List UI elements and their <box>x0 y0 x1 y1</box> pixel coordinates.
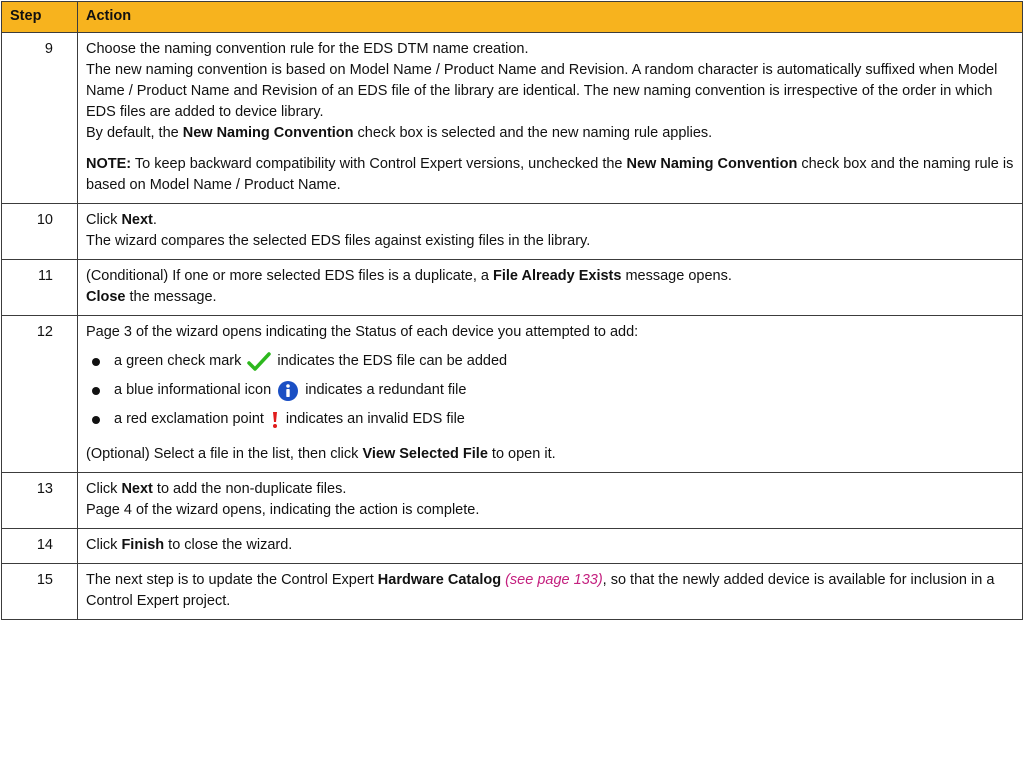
note-label: NOTE: <box>86 156 132 173</box>
action-text: The next step is to update the Control E… <box>86 572 995 610</box>
step-number: 12 <box>1 315 78 474</box>
action-text: Click Next to add the non-duplicate file… <box>86 481 347 498</box>
action-text: Choose the naming convention rule for th… <box>86 41 529 58</box>
ui-term: Close <box>86 289 126 306</box>
table-row: 10 Click Next. The wizard compares the s… <box>1 203 1023 261</box>
ui-term: Hardware Catalog <box>377 572 502 589</box>
step-number: 13 <box>1 472 78 530</box>
step-number: 14 <box>1 528 78 565</box>
table-row: 9 Choose the naming convention rule for … <box>1 32 1023 205</box>
ui-term: New Naming Convention <box>626 156 798 173</box>
action-text: Click Next. <box>86 212 157 229</box>
action-column-header: Action <box>77 0 1023 34</box>
action-text: Click Finish to close the wizard. <box>86 537 293 554</box>
action-cell: Click Next. The wizard compares the sele… <box>77 203 1023 261</box>
info-icon <box>278 380 299 401</box>
list-item: a blue informational icon indicates a re… <box>86 376 1014 405</box>
action-cell: Page 3 of the wizard opens indicating th… <box>77 315 1023 474</box>
action-text: Page 3 of the wizard opens indicating th… <box>86 324 639 341</box>
table-row: 15 The next step is to update the Contro… <box>1 563 1023 621</box>
page-reference-link[interactable]: (see page 133) <box>501 572 603 588</box>
list-item: a red exclamation point indicates an inv… <box>86 405 1014 434</box>
action-text: The new naming convention is based on Mo… <box>86 62 998 121</box>
action-cell: Click Finish to close the wizard. <box>77 528 1023 565</box>
table-row: 11 (Conditional) If one or more selected… <box>1 259 1023 317</box>
action-cell: (Conditional) If one or more selected ED… <box>77 259 1023 317</box>
step-number: 15 <box>1 563 78 621</box>
note-text: NOTE: To keep backward compatibility wit… <box>86 156 1014 194</box>
action-text: By default, the New Naming Convention ch… <box>86 125 713 142</box>
table-row: 13 Click Next to add the non-duplicate f… <box>1 472 1023 530</box>
table-row: 14 Click Finish to close the wizard. <box>1 528 1023 565</box>
list-item: a green check mark indicates the EDS fil… <box>86 347 1014 376</box>
action-cell: The next step is to update the Control E… <box>77 563 1023 621</box>
table-header-row: Step Action <box>1 0 1023 34</box>
steps-table: Step Action 9 Choose the naming conventi… <box>1 0 1023 621</box>
ui-term: Finish <box>121 537 165 554</box>
step-column-header: Step <box>1 0 78 34</box>
action-text: The wizard compares the selected EDS fil… <box>86 233 591 250</box>
exclamation-icon <box>272 411 277 428</box>
ui-term: File Already Exists <box>493 268 622 285</box>
bullet-icon <box>92 386 100 395</box>
ui-term: New Naming Convention <box>182 125 354 142</box>
action-text: (Conditional) If one or more selected ED… <box>86 268 732 306</box>
table-row: 12 Page 3 of the wizard opens indicating… <box>1 315 1023 474</box>
step-number: 10 <box>1 203 78 261</box>
action-text: Page 4 of the wizard opens, indicating t… <box>86 502 480 519</box>
action-cell: Click Next to add the non-duplicate file… <box>77 472 1023 530</box>
ui-term: View Selected File <box>362 446 488 463</box>
action-text: (Optional) Select a file in the list, th… <box>86 446 556 463</box>
action-cell: Choose the naming convention rule for th… <box>77 32 1023 205</box>
step-number: 9 <box>1 32 78 205</box>
bullet-icon <box>92 357 100 366</box>
bullet-icon <box>92 415 100 424</box>
ui-term: Next <box>121 481 153 498</box>
step-number: 11 <box>1 259 78 317</box>
check-icon <box>247 351 272 371</box>
status-list: a green check mark indicates the EDS fil… <box>86 347 1014 434</box>
ui-term: Next <box>121 212 153 229</box>
